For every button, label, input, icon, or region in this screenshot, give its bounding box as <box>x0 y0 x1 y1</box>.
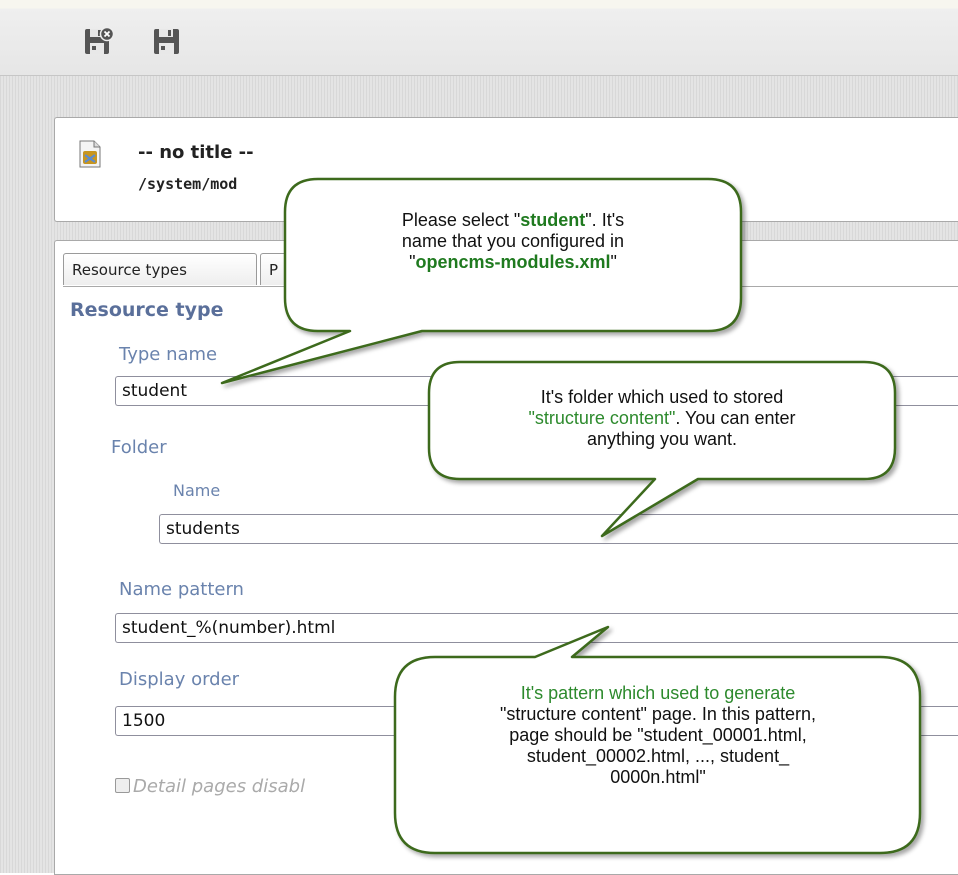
detail-pages-checkbox[interactable] <box>115 778 130 793</box>
detail-pages-row: Detail pages disabl <box>115 776 305 797</box>
callout-text: " <box>610 252 617 272</box>
callout-highlight: "structure content" <box>528 408 676 428</box>
tab-resource-types[interactable]: Resource types <box>63 253 257 285</box>
callout-text: "structure content" page. In this patter… <box>500 704 816 724</box>
tab-label: Resource types <box>72 261 187 279</box>
callout-text: . You can enter <box>675 408 796 428</box>
save-exit-icon[interactable] <box>84 26 114 56</box>
resource-header: -- no title -- /system/mod <box>54 117 958 222</box>
resource-title: -- no title -- <box>138 142 254 163</box>
callout-text: ". It's <box>585 210 625 230</box>
callout-text: It's folder which used to stored <box>540 387 784 407</box>
tab-label: P <box>269 261 279 279</box>
folder-name-label: Name <box>173 481 221 500</box>
tab-divider <box>63 286 958 287</box>
xml-content-file-icon <box>79 140 101 168</box>
section-title: Resource type <box>70 299 224 321</box>
toolbar <box>0 0 958 76</box>
resource-path: /system/mod <box>138 175 238 193</box>
callout-type-name-text: Please select "student". It's name that … <box>290 210 736 273</box>
display-order-label: Display order <box>119 669 240 690</box>
callout-name-pattern-text: It's pattern which used to generate "str… <box>398 683 918 788</box>
callout-folder-text: It's folder which used to stored "struct… <box>432 387 892 450</box>
detail-pages-label: Detail pages disabl <box>133 776 306 797</box>
callout-text: page should be "student_00001.html, <box>509 725 807 745</box>
callout-highlight: student <box>520 210 586 230</box>
callout-text: student_00002.html, ..., student_ <box>526 746 790 766</box>
folder-name-input[interactable]: students <box>159 514 958 544</box>
folder-label: Folder <box>111 437 167 458</box>
name-pattern-label: Name pattern <box>119 579 244 600</box>
name-pattern-input[interactable]: student_%(number).html <box>115 613 958 643</box>
type-name-label: Type name <box>119 344 218 365</box>
callout-text: name that you configured in <box>401 231 625 251</box>
callout-text: 0000n.html" <box>610 767 706 787</box>
save-icon[interactable] <box>152 26 182 56</box>
callout-text: It's pattern which used to generate <box>520 683 796 703</box>
callout-highlight: opencms-modules.xml <box>415 252 611 272</box>
callout-text: anything you want. <box>586 429 738 449</box>
callout-text: Please select " <box>401 210 521 230</box>
